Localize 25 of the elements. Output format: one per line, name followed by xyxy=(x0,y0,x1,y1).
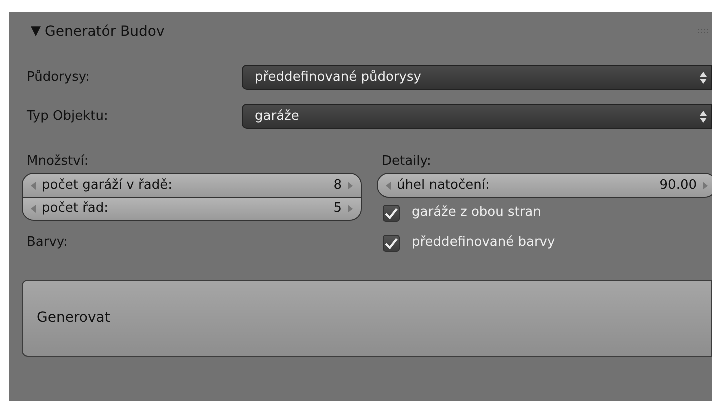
decrement-arrow-icon[interactable] xyxy=(31,182,36,190)
checkbox[interactable] xyxy=(383,204,400,222)
section-label: Detaily: xyxy=(382,153,432,172)
section-label: Barvy: xyxy=(27,234,68,252)
field-label: Typ Objektu: xyxy=(26,108,110,126)
decrement-arrow-icon[interactable] xyxy=(386,182,391,190)
checkbox[interactable] xyxy=(383,234,400,252)
dropdown[interactable]: předdefinované půdorysy xyxy=(242,65,712,90)
increment-arrow-icon[interactable] xyxy=(703,182,708,190)
up-down-arrows-icon xyxy=(700,110,707,122)
increment-arrow-icon[interactable] xyxy=(348,182,353,190)
collapse-toggle[interactable]: ▼ xyxy=(31,22,41,42)
increment-arrow-icon[interactable] xyxy=(348,205,353,213)
checkbox-label: předdefinované barvy xyxy=(412,234,556,252)
field-label: Půdorysy: xyxy=(26,68,91,87)
dropdown[interactable]: garáže xyxy=(242,104,712,129)
up-down-arrows-icon xyxy=(700,72,707,84)
number-field[interactable]: počet garáží v řadě: 8 xyxy=(23,174,361,197)
number-field[interactable]: úhel natočení: 90.00 xyxy=(378,174,712,197)
checkbox-label: garáže z obou stran xyxy=(412,204,542,222)
decrement-arrow-icon[interactable] xyxy=(31,205,36,213)
number-field[interactable]: počet řad: 5 xyxy=(23,197,361,220)
section-label: Množství: xyxy=(27,153,89,172)
panel-title: Generatór Budov xyxy=(45,22,165,42)
generate-button[interactable]: Generovat xyxy=(22,280,712,357)
